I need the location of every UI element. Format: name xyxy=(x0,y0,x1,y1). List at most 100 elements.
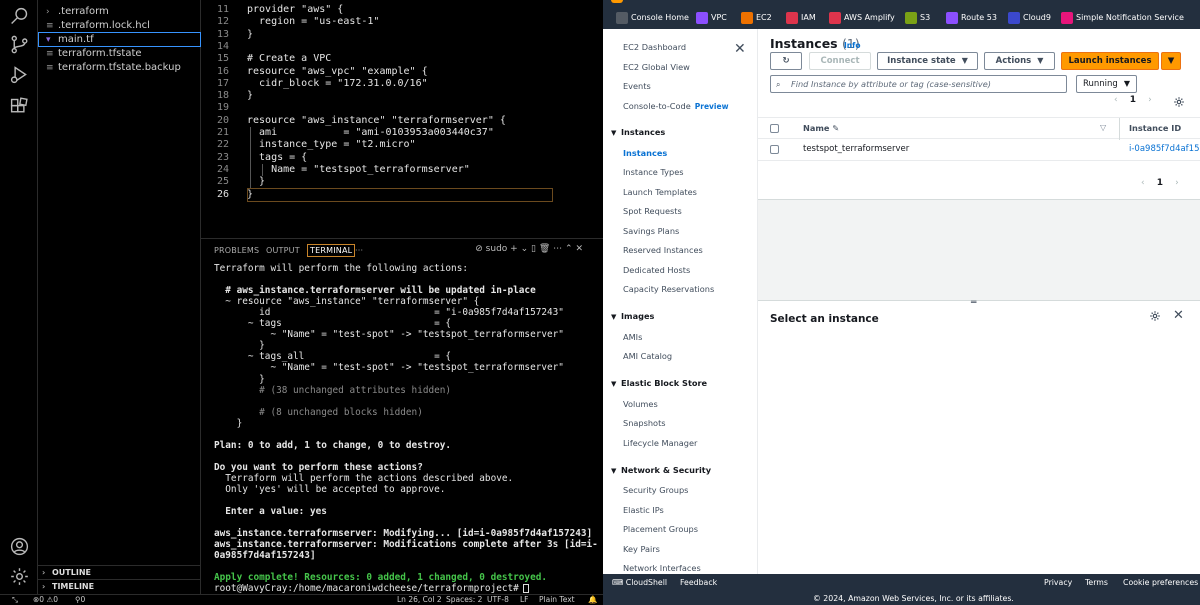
terminal-shell-name[interactable]: sudo xyxy=(486,244,508,254)
table-row[interactable]: testspot_terraformserver i-0a985f7d4af15… xyxy=(758,139,1200,161)
code-line[interactable]: 18} xyxy=(201,90,603,102)
close-icon[interactable]: ✕ xyxy=(1173,308,1184,323)
feedback-link[interactable]: Feedback xyxy=(680,578,717,587)
edit-pencil-icon[interactable]: ✎ xyxy=(832,123,839,133)
chevron-left-icon[interactable]: ‹ xyxy=(1114,95,1118,105)
page-number[interactable]: 1 xyxy=(1157,178,1163,188)
language-mode[interactable]: Plain Text xyxy=(539,595,575,605)
code-line[interactable]: 22 instance_type = "t2.micro" xyxy=(201,139,603,151)
sidebar-item[interactable]: EC2 Global View xyxy=(623,62,690,72)
code-line[interactable]: 25 } xyxy=(201,176,603,188)
gear-icon[interactable] xyxy=(9,566,30,587)
sidebar-item[interactable]: Capacity Reservations xyxy=(623,284,714,294)
tab-problems[interactable]: PROBLEMS xyxy=(214,246,259,255)
instance-search-input[interactable]: ⌕ Find Instance by attribute or tag (case… xyxy=(770,75,1067,93)
sidebar-group-header[interactable]: ▼ Instances xyxy=(611,127,665,137)
code-editor[interactable]: 11 provider "aws" {12 region = "us-east-1… xyxy=(201,0,603,238)
code-line[interactable]: 20 resource "aws_instance" "terraformserv… xyxy=(201,115,603,127)
chevron-left-icon[interactable]: ‹ xyxy=(1141,178,1145,188)
favorite-service[interactable]: VPC xyxy=(696,11,727,25)
explorer-item-terraform-folder[interactable]: › .terraform xyxy=(38,4,201,19)
ports-status[interactable]: ⚲0 xyxy=(75,595,85,605)
explorer-item-tfstate[interactable]: ≡ terraform.tfstate xyxy=(38,46,201,61)
actions-button[interactable]: Actions ▼ xyxy=(984,52,1055,70)
sidebar-item[interactable]: Security Groups xyxy=(623,485,688,495)
sidebar-item[interactable]: Console-to-Code Preview xyxy=(623,101,729,111)
sidebar-item[interactable]: Spot Requests xyxy=(623,206,682,216)
favorite-service[interactable]: S3 xyxy=(905,11,930,25)
sidebar-group-header[interactable]: ▼ Images xyxy=(611,311,654,321)
favorite-service[interactable]: Console Home xyxy=(616,11,689,25)
split-terminal-icon[interactable]: ▯ xyxy=(531,244,536,254)
sidebar-item[interactable]: Instances xyxy=(623,148,667,158)
chevron-right-icon[interactable]: › xyxy=(1175,178,1179,188)
indentation-status[interactable]: Spaces: 2 xyxy=(446,595,482,605)
instance-state-button[interactable]: Instance state ▼ xyxy=(877,52,978,70)
preferences-gear-icon[interactable] xyxy=(1173,96,1185,108)
code-line[interactable]: 17 cidr_block = "172.31.0.0/16" xyxy=(201,78,603,90)
favorite-service[interactable]: EC2 xyxy=(741,11,772,25)
code-line[interactable]: 19 xyxy=(201,102,603,114)
favorite-service[interactable]: Route 53 xyxy=(946,11,997,25)
code-line[interactable]: 11 provider "aws" { xyxy=(201,4,603,16)
sidebar-item[interactable]: Savings Plans xyxy=(623,226,679,236)
search-icon[interactable] xyxy=(9,6,30,27)
encoding-status[interactable]: UTF-8 xyxy=(487,595,509,605)
cursor-position[interactable]: Ln 26, Col 2 xyxy=(397,595,442,605)
sidebar-group-header[interactable]: ▼ Network & Security xyxy=(611,465,711,475)
resize-handle[interactable]: ═ xyxy=(971,298,976,308)
sort-caret-icon[interactable]: ▽ xyxy=(1100,123,1106,132)
new-terminal-button[interactable]: + xyxy=(510,244,518,254)
favorite-service[interactable]: AWS Amplify xyxy=(829,11,895,25)
sidebar-item[interactable]: Reserved Instances xyxy=(623,245,703,255)
favorite-service[interactable]: IAM xyxy=(786,11,816,25)
code-line[interactable]: 14 xyxy=(201,41,603,53)
code-line[interactable]: 12 region = "us-east-1" xyxy=(201,16,603,28)
cloudshell-button[interactable]: ⌨ CloudShell xyxy=(612,578,667,587)
sidebar-item[interactable]: Key Pairs xyxy=(623,544,660,554)
launch-instances-dropdown[interactable]: ▼ xyxy=(1161,52,1181,70)
cookie-preferences-link[interactable]: Cookie preferences xyxy=(1123,578,1198,587)
sidebar-item[interactable]: Dedicated Hosts xyxy=(623,265,690,275)
account-icon[interactable] xyxy=(9,536,30,557)
sidebar-item[interactable]: Elastic IPs xyxy=(623,505,664,515)
maximize-icon[interactable]: ⌃ xyxy=(565,244,573,254)
problems-status[interactable]: ⊗0 ⚠0 xyxy=(33,595,58,605)
instance-id-link[interactable]: i-0a985f7d4af157243 xyxy=(1129,144,1200,154)
privacy-link[interactable]: Privacy xyxy=(1044,578,1072,587)
explorer-item-main-tf[interactable]: ▾ main.tf xyxy=(38,32,201,47)
close-sidebar-icon[interactable]: ✕ xyxy=(734,41,746,57)
tab-output[interactable]: OUTPUT xyxy=(266,246,300,255)
code-line[interactable]: 16 resource "aws_vpc" "example" { xyxy=(201,66,603,78)
sidebar-item[interactable]: Placement Groups xyxy=(623,524,698,534)
eol-status[interactable]: LF xyxy=(520,595,529,605)
row-checkbox[interactable] xyxy=(770,145,779,154)
sidebar-item[interactable]: Events xyxy=(623,81,651,91)
chevron-right-icon[interactable]: › xyxy=(1148,95,1152,105)
connect-button[interactable]: Connect xyxy=(809,52,871,70)
source-control-icon[interactable] xyxy=(9,34,30,55)
more-actions-icon[interactable]: ⋯ xyxy=(553,244,562,254)
sidebar-item[interactable]: EC2 Dashboard xyxy=(623,42,686,52)
outline-section-header[interactable]: › OUTLINE xyxy=(38,565,201,579)
remote-icon[interactable]: ⤡ xyxy=(12,595,18,605)
sidebar-item[interactable]: Launch Templates xyxy=(623,187,697,197)
sidebar-item[interactable]: Instance Types xyxy=(623,167,684,177)
tab-more[interactable]: ··· xyxy=(355,246,363,255)
page-number[interactable]: 1 xyxy=(1130,95,1136,105)
favorite-service[interactable]: Cloud9 xyxy=(1008,11,1051,25)
details-gear-icon[interactable] xyxy=(1149,310,1161,322)
run-debug-icon[interactable] xyxy=(9,64,30,85)
sidebar-item[interactable]: Lifecycle Manager xyxy=(623,438,697,448)
code-line[interactable]: 15 # Create a VPC xyxy=(201,53,603,65)
tab-terminal[interactable]: TERMINAL xyxy=(307,244,356,257)
aws-logo-icon[interactable] xyxy=(611,0,623,3)
select-all-checkbox[interactable] xyxy=(770,124,779,133)
info-link[interactable]: Info xyxy=(844,41,861,50)
sidebar-item[interactable]: Network Interfaces xyxy=(623,563,701,573)
code-line[interactable]: 21 ami = "ami-0103953a003440c37" xyxy=(201,127,603,139)
explorer-item-tfstate-backup[interactable]: ≡ terraform.tfstate.backup xyxy=(38,60,201,75)
code-line[interactable]: 26} xyxy=(201,189,603,201)
sidebar-item[interactable]: Volumes xyxy=(623,399,658,409)
sidebar-item[interactable]: AMIs xyxy=(623,332,642,342)
